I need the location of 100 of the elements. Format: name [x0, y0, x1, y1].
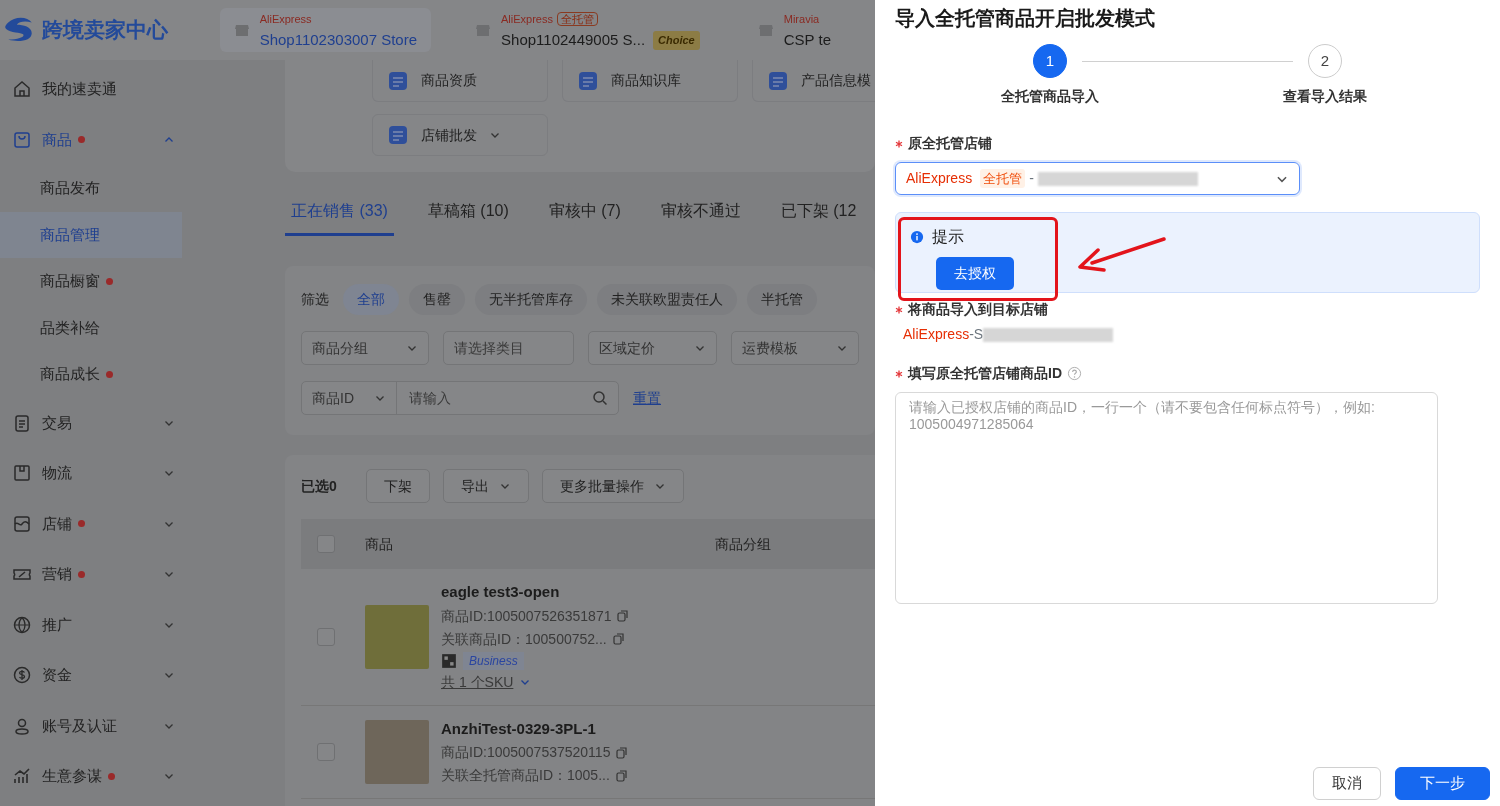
- status-tab[interactable]: 正在销售 (33): [285, 198, 394, 236]
- store-icon: [233, 22, 250, 38]
- globe-icon: [12, 614, 32, 635]
- status-tab[interactable]: 草稿箱 (10): [421, 198, 515, 236]
- sidebar-subitem[interactable]: 商品管理: [0, 211, 182, 258]
- action-button[interactable]: 导出: [442, 469, 529, 503]
- sku-link[interactable]: 共 1 个SKU: [441, 671, 630, 693]
- filter-chip[interactable]: 半托管: [747, 284, 817, 315]
- category-field[interactable]: 请选择类目: [443, 331, 575, 365]
- search-field[interactable]: 请输入: [407, 386, 592, 410]
- store-select[interactable]: AliExpress 全托管 -: [895, 162, 1300, 195]
- field-label: 原全托管店铺: [908, 134, 992, 153]
- copy-icon[interactable]: [616, 746, 629, 759]
- sidebar-item[interactable]: 营销: [0, 549, 285, 600]
- platform-name: AliExpress: [903, 325, 970, 344]
- notification-dot: [106, 370, 113, 378]
- required-icon: [895, 305, 903, 314]
- tool-button[interactable]: 商品知识库: [562, 60, 738, 102]
- notification-dot: [78, 570, 85, 578]
- tool-button[interactable]: 店铺批发: [372, 114, 548, 156]
- filter-label: 筛选: [301, 290, 329, 309]
- tool-button[interactable]: 产品信息模: [752, 60, 875, 102]
- select-field[interactable]: 运费模板: [730, 331, 859, 365]
- qr-code-icon[interactable]: [441, 652, 457, 669]
- field-select[interactable]: 商品ID: [302, 382, 397, 414]
- filter-chip[interactable]: 未关联欧盟责任人: [597, 284, 737, 315]
- column-header: 商品分组: [715, 534, 771, 554]
- cancel-button[interactable]: 取消: [1313, 767, 1381, 800]
- reset-link[interactable]: 重置: [633, 387, 661, 409]
- store-icon: [12, 513, 32, 534]
- sidebar-subitem[interactable]: 品类补给: [0, 304, 182, 351]
- linked-id: 关联全托管商品ID：1005...: [441, 766, 610, 785]
- action-button[interactable]: 更多批量操作: [541, 469, 684, 503]
- photo-placeholder: [365, 604, 429, 669]
- status-tab[interactable]: 审核不通过: [654, 198, 747, 236]
- field-label: 将商品导入到目标店铺: [908, 300, 1048, 319]
- copy-icon[interactable]: [612, 633, 625, 645]
- next-button[interactable]: 下一步: [1395, 767, 1490, 800]
- step-label: 全托管商品导入: [1001, 87, 1099, 106]
- notification-dot: [106, 277, 113, 285]
- store-icon: [757, 22, 774, 38]
- search-bar[interactable]: 商品ID 请输入: [301, 381, 619, 415]
- sidebar-subitem[interactable]: 商品橱窗: [0, 258, 182, 305]
- shop-tab[interactable]: AliExpress Shop1102303007 Store: [219, 8, 432, 52]
- clipboard-icon: [12, 412, 32, 433]
- tool-button[interactable]: 商品资质: [372, 60, 548, 102]
- platform-label: AliExpress: [501, 13, 553, 26]
- select-field[interactable]: 区域定价: [588, 331, 717, 365]
- managed-badge: 全托管: [557, 12, 598, 27]
- notification-dot: [108, 772, 115, 780]
- select-field[interactable]: 商品分组: [301, 331, 430, 365]
- linked-id: 关联商品ID：100500752...: [441, 629, 607, 649]
- sidebar-item[interactable]: 生意参谋: [0, 751, 285, 802]
- selected-count: 已选0: [301, 476, 337, 496]
- drawer-title: 导入全托管商品开启批发模式: [895, 6, 1156, 30]
- business-tag: Business: [463, 651, 524, 670]
- sidebar-subitem[interactable]: 商品发布: [0, 165, 182, 212]
- shop-tab[interactable]: Miravia CSP te: [743, 8, 845, 52]
- sidebar-item[interactable]: 资金: [0, 650, 285, 701]
- notification-dot: [78, 520, 85, 528]
- box-icon: [12, 463, 32, 484]
- sidebar-item[interactable]: 店铺: [0, 498, 285, 549]
- authorize-button[interactable]: 去授权: [936, 257, 1014, 290]
- id-input[interactable]: 请输入已授权店铺的商品ID，一行一个（请不要包含任何标点符号），例如: 1005004971285064: [895, 392, 1438, 604]
- product-id: 商品ID:1005007537520115: [441, 743, 611, 762]
- product-id: 商品ID:1005007526351871: [441, 606, 612, 626]
- required-icon: [895, 139, 903, 148]
- document-icon: [387, 69, 409, 92]
- filter-chip[interactable]: 售罄: [409, 284, 465, 315]
- field-label: 填写原全托管店铺商品ID: [908, 364, 1062, 383]
- sidebar-item[interactable]: 交易: [0, 397, 285, 448]
- platform-label: Miravia: [783, 13, 820, 26]
- photo-placeholder: [365, 719, 429, 784]
- choice-badge: Choice: [653, 31, 700, 50]
- filter-chip[interactable]: 无半托管库存: [475, 284, 587, 315]
- sidebar-item[interactable]: 商品: [0, 114, 285, 165]
- filter-chip[interactable]: 全部: [343, 284, 399, 315]
- sidebar-item[interactable]: 账号及认证: [0, 700, 285, 751]
- sidebar-item[interactable]: 物流: [0, 448, 285, 499]
- copy-icon[interactable]: [615, 769, 628, 782]
- info-icon: [910, 230, 924, 244]
- shop-name: Shop1102449005 S...: [501, 30, 646, 51]
- notification-dot: [78, 136, 85, 144]
- help-icon[interactable]: [1067, 366, 1082, 381]
- sidebar-item[interactable]: 我的速卖通: [0, 64, 285, 115]
- status-tab[interactable]: 已下架 (12: [774, 198, 863, 236]
- book-icon: [577, 69, 599, 92]
- step-number: 1: [1033, 44, 1067, 78]
- store-icon: [475, 22, 492, 38]
- status-tab[interactable]: 审核中 (7): [542, 198, 627, 236]
- shop-tab[interactable]: AliExpress 全托管 Shop1102449005 S... Choice: [461, 8, 714, 52]
- action-button[interactable]: 下架: [365, 469, 430, 503]
- product-title: AnzhiTest-0329-3PL-1: [441, 718, 597, 739]
- sidebar-subitem[interactable]: 商品成长: [0, 351, 182, 398]
- copy-icon[interactable]: [617, 610, 630, 622]
- shop-name: Shop1102303007 Store: [259, 30, 418, 51]
- bag-icon: [12, 129, 32, 150]
- search-icon[interactable]: [592, 390, 608, 406]
- sidebar-item[interactable]: 推广: [0, 599, 285, 650]
- store-name-prefix: -S: [969, 325, 984, 344]
